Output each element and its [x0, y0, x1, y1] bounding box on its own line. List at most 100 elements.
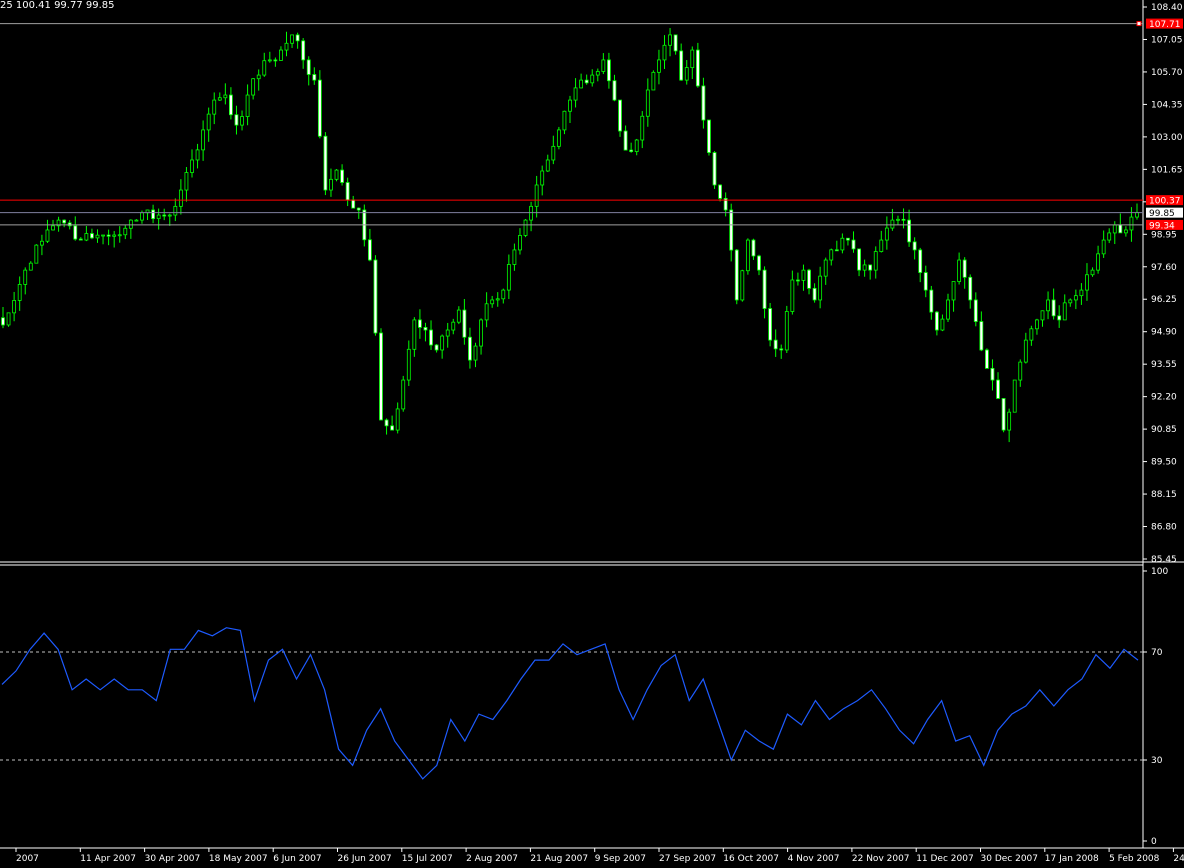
price-tick-label: 86.80 — [1151, 523, 1177, 533]
bull-candle — [1090, 269, 1095, 276]
bull-candle — [1107, 232, 1112, 241]
bull-candle — [329, 178, 333, 191]
bull-candle — [256, 74, 261, 80]
bull-candle — [562, 110, 567, 131]
bear-candle — [312, 74, 317, 81]
bull-candle — [684, 67, 689, 81]
bear-candle — [707, 119, 711, 153]
bull-candle — [740, 270, 745, 301]
bull-candle — [479, 319, 483, 347]
bull-candle — [1018, 361, 1023, 381]
bull-candle — [456, 309, 461, 323]
bull-candle — [101, 234, 105, 237]
chart-canvas[interactable]: 108.40 107.05 105.70 104.35 103.00 101.65 100.… — [0, 0, 1184, 868]
bear-candle — [979, 321, 984, 351]
bear-candle — [345, 182, 350, 201]
bull-candle — [34, 244, 39, 264]
bull-candle — [395, 408, 400, 431]
time-tick-label: 11 Apr 2007 — [80, 854, 136, 864]
time-tick-label: 30 Apr 2007 — [145, 854, 201, 864]
bear-candle — [751, 239, 756, 257]
bear-candle — [90, 233, 94, 239]
bull-candle — [473, 345, 478, 361]
bull-candle — [495, 298, 500, 301]
bull-candle — [445, 329, 450, 337]
price-label: 100.37 — [1149, 197, 1181, 207]
bull-candle — [212, 99, 217, 115]
bear-candle — [273, 59, 278, 62]
bull-candle — [551, 145, 556, 161]
bull-candle — [117, 234, 122, 237]
bull-candle — [590, 74, 595, 84]
bull-candle — [279, 49, 283, 61]
bear-candle — [1, 317, 5, 326]
bull-candle — [406, 348, 411, 381]
price-marker-icon — [1136, 21, 1142, 27]
bull-candle — [829, 249, 834, 261]
bull-candle — [640, 115, 645, 141]
bull-candle — [940, 318, 945, 331]
bear-candle — [373, 259, 378, 334]
bull-candle — [6, 312, 11, 326]
rsi-tick-label: 70 — [1151, 648, 1163, 658]
bull-candle — [1123, 229, 1128, 234]
bear-candle — [807, 269, 811, 289]
bull-candle — [529, 205, 533, 221]
bull-candle — [1101, 239, 1106, 255]
bear-candle — [162, 214, 167, 217]
time-tick-label: 9 Sep 2007 — [595, 854, 646, 864]
price-tick-label: 93.55 — [1151, 360, 1177, 370]
bull-candle — [190, 159, 194, 173]
bull-candle — [1129, 216, 1134, 231]
bull-candle — [217, 97, 222, 101]
bull-candle — [201, 129, 206, 151]
bull-candle — [195, 149, 200, 161]
price-label: 99.85 — [1149, 209, 1175, 219]
bull-candle — [951, 281, 956, 301]
rsi-tick-label: 100 — [1151, 567, 1168, 577]
bull-candle — [173, 205, 178, 216]
bull-candle — [251, 78, 256, 96]
bull-candle — [134, 219, 139, 222]
bull-candle — [668, 34, 672, 46]
price-tick-label: 105.70 — [1151, 68, 1183, 78]
bull-candle — [518, 235, 522, 251]
rsi-line — [1, 627, 1139, 780]
time-tick-label: 24 Feb 2008 — [1173, 854, 1184, 864]
bear-candle — [846, 237, 850, 241]
bull-candle — [556, 129, 561, 147]
bull-candle — [28, 262, 33, 271]
bear-candle — [757, 255, 761, 271]
price-tick-label: 89.50 — [1151, 458, 1177, 468]
bull-candle — [506, 264, 511, 291]
bull-candle — [262, 60, 267, 76]
bear-candle — [857, 248, 861, 271]
bull-candle — [690, 49, 695, 69]
bull-candle — [873, 251, 878, 271]
bull-candle — [534, 184, 539, 207]
bull-candle — [40, 240, 44, 246]
bull-candle — [17, 284, 22, 301]
price-tick-label: 96.25 — [1151, 295, 1177, 305]
time-tick-label: 30 Dec 2007 — [981, 854, 1039, 864]
bull-candle — [545, 159, 550, 172]
bull-candle — [634, 139, 639, 152]
price-label: 107.71 — [1149, 20, 1181, 30]
time-tick-label: 2007 — [16, 854, 39, 864]
bear-candle — [340, 169, 344, 183]
price-tick-label: 92.20 — [1151, 393, 1177, 403]
price-tick-label: 101.65 — [1151, 165, 1183, 175]
price-tick-label: 88.15 — [1151, 490, 1177, 500]
price-label: 99.34 — [1149, 221, 1175, 231]
bear-candle — [67, 222, 72, 227]
price-tick-label: 85.45 — [1151, 555, 1177, 565]
price-tick-label: 97.60 — [1151, 263, 1177, 273]
bull-candle — [1112, 224, 1117, 234]
bull-candle — [651, 71, 656, 91]
bear-candle — [295, 34, 300, 42]
price-tick-label: 103.00 — [1151, 133, 1183, 143]
ohlc-readout: 25 100.41 99.77 99.85 — [0, 0, 115, 11]
bear-candle — [834, 249, 839, 252]
bull-candle — [1023, 339, 1028, 363]
bull-candle — [206, 113, 211, 131]
